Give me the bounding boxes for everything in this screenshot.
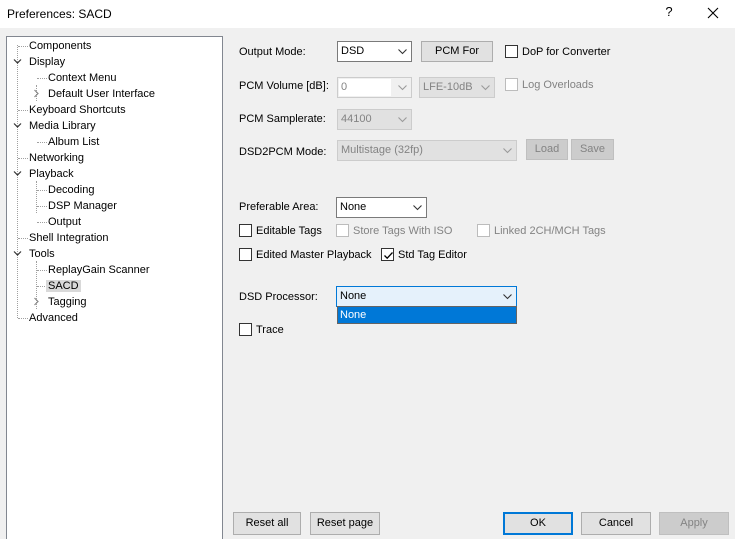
expand-default-ui-icon[interactable] — [32, 89, 41, 98]
reset-all-button[interactable]: Reset all — [233, 512, 301, 535]
expand-tagging-icon[interactable] — [32, 297, 41, 306]
chevron-down-icon — [503, 148, 512, 154]
tree-item-keyboard-shortcuts[interactable]: Keyboard Shortcuts — [29, 102, 126, 118]
dropdown-option-none[interactable]: None — [338, 307, 516, 323]
tree-item-dsp-manager[interactable]: DSP Manager — [48, 198, 117, 214]
tree-item-context-menu[interactable]: Context Menu — [48, 70, 116, 86]
tree-item-album-list[interactable]: Album List — [48, 134, 99, 150]
pcm-volume-label: PCM Volume [dB]: — [239, 80, 329, 92]
tree-item-output[interactable]: Output — [48, 214, 81, 230]
pcm-for-button[interactable]: PCM For — [421, 41, 493, 62]
tree-item-media-library[interactable]: Media Library — [29, 118, 96, 134]
reset-page-button[interactable]: Reset page — [310, 512, 380, 535]
dsd-processor-label: DSD Processor: — [239, 291, 318, 303]
checkmark-icon — [384, 252, 393, 260]
pcm-samplerate-select[interactable]: 44100 — [337, 109, 412, 130]
collapse-display-icon[interactable] — [13, 57, 22, 66]
output-mode-select[interactable]: DSD — [337, 41, 412, 62]
output-mode-label: Output Mode: — [239, 46, 306, 58]
chevron-down-icon — [398, 117, 407, 123]
apply-button[interactable]: Apply — [659, 512, 729, 535]
collapse-media-library-icon[interactable] — [13, 121, 22, 130]
ok-button[interactable]: OK — [503, 512, 573, 535]
collapse-playback-icon[interactable] — [13, 169, 22, 178]
pcm-samplerate-label: PCM Samplerate: — [239, 113, 326, 125]
tree-item-replaygain-scanner[interactable]: ReplayGain Scanner — [48, 262, 150, 278]
dsd2pcm-mode-select[interactable]: Multistage (32fp) — [337, 140, 517, 161]
tree-item-networking[interactable]: Networking — [29, 150, 84, 166]
chevron-down-icon — [398, 49, 407, 55]
preferences-tree[interactable]: Components Display Context Menu Default … — [6, 36, 223, 539]
chevron-down-icon — [481, 85, 490, 91]
dsd-processor-select[interactable]: None — [336, 286, 517, 307]
pcm-volume-combo[interactable]: 0 — [337, 77, 412, 98]
cancel-button[interactable]: Cancel — [581, 512, 651, 535]
lfe-select[interactable]: LFE-10dB — [419, 77, 495, 98]
tree-item-decoding[interactable]: Decoding — [48, 182, 94, 198]
chevron-down-icon — [413, 205, 422, 211]
save-button[interactable]: Save — [571, 139, 614, 160]
close-icon[interactable] — [700, 2, 726, 24]
title-bar: Preferences: SACD ? — [0, 0, 735, 28]
load-button[interactable]: Load — [526, 139, 568, 160]
tree-item-tools[interactable]: Tools — [29, 246, 55, 262]
preferable-area-select[interactable]: None — [336, 197, 427, 218]
tree-item-advanced[interactable]: Advanced — [29, 310, 78, 326]
chevron-down-icon — [398, 85, 407, 91]
dsd-processor-dropdown-list[interactable]: None — [337, 306, 517, 324]
tree-item-sacd[interactable]: SACD — [46, 278, 81, 294]
tree-item-tagging[interactable]: Tagging — [48, 294, 87, 310]
chevron-down-icon — [503, 294, 512, 300]
tree-item-display[interactable]: Display — [29, 54, 65, 70]
tree-item-playback[interactable]: Playback — [29, 166, 74, 182]
dsd2pcm-mode-label: DSD2PCM Mode: — [239, 146, 327, 158]
window-title: Preferences: SACD — [7, 7, 112, 21]
tree-item-components[interactable]: Components — [29, 38, 91, 54]
collapse-tools-icon[interactable] — [13, 249, 22, 258]
preferable-area-label: Preferable Area: — [239, 201, 319, 213]
help-icon[interactable]: ? — [662, 4, 676, 19]
tree-item-default-user-interface[interactable]: Default User Interface — [48, 86, 155, 102]
tree-item-shell-integration[interactable]: Shell Integration — [29, 230, 109, 246]
